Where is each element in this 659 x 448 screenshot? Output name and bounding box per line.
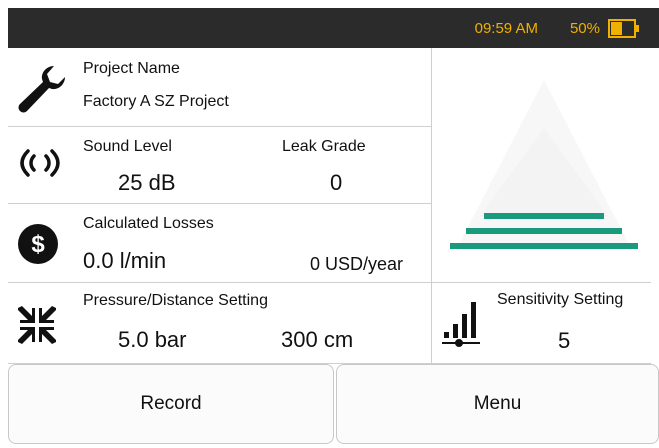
wrench-icon: [18, 66, 65, 113]
losses-flow-value: 0.0 l/min: [83, 248, 167, 273]
signal-bars-icon: [442, 302, 480, 347]
leak-grade-graph: [450, 80, 638, 250]
battery-icon: [608, 19, 639, 38]
graph-bar-bottom: [450, 243, 638, 249]
pressure-distance-label: Pressure/Distance Setting: [83, 292, 268, 309]
sensitivity-label: Sensitivity Setting: [497, 291, 624, 308]
battery-percent: 50%: [569, 20, 600, 37]
leak-grade-label: Leak Grade: [282, 138, 366, 155]
menu-button[interactable]: Menu: [336, 364, 659, 444]
svg-text:$: $: [31, 231, 45, 258]
losses-label: Calculated Losses: [83, 215, 214, 232]
sound-level-label: Sound Level: [83, 138, 172, 155]
sound-level-value: 25 dB: [118, 170, 176, 195]
record-button[interactable]: Record: [8, 364, 334, 444]
losses-cost-value: 0 USD/year: [310, 254, 404, 274]
sensitivity-value: 5: [558, 328, 571, 353]
pressure-value: 5.0 bar: [118, 327, 187, 352]
dollar-icon: $: [18, 224, 58, 264]
sound-wave-icon: [20, 149, 60, 177]
leak-grade-value: 0: [330, 170, 343, 195]
project-label: Project Name: [83, 60, 180, 77]
compress-arrows-icon: [18, 306, 56, 344]
distance-value: 300 cm: [281, 327, 354, 352]
graph-bar-top: [484, 213, 604, 219]
status-bar: 09:59 AM 50%: [8, 8, 659, 48]
measurement-panel: Project Name Factory A SZ Project Sound …: [8, 48, 651, 364]
status-time: 09:59 AM: [474, 20, 538, 37]
graph-bar-middle: [466, 228, 622, 234]
project-name: Factory A SZ Project: [83, 93, 229, 110]
